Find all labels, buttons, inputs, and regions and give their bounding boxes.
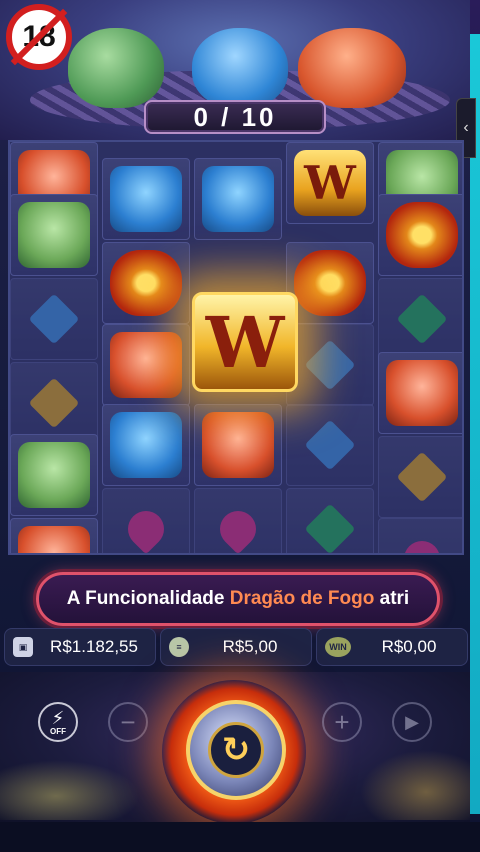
green-gem-icon bbox=[304, 503, 356, 553]
decrease-bet-button[interactable]: − bbox=[108, 702, 148, 742]
gold-gem-icon bbox=[28, 377, 80, 429]
age-rating-text: 18 bbox=[22, 20, 56, 53]
banner-text-highlight: Dragão de Fogo bbox=[229, 588, 375, 609]
spin-button[interactable]: ↻ bbox=[186, 700, 286, 800]
pink-heart-icon bbox=[120, 503, 172, 553]
reel-cell bbox=[378, 194, 462, 276]
reel-cell bbox=[194, 488, 282, 553]
reel-cell bbox=[102, 404, 190, 486]
reel-cell bbox=[102, 158, 190, 240]
bet-display[interactable]: ≡ R$5,00 bbox=[160, 628, 312, 666]
coin-pile-right bbox=[360, 750, 470, 820]
blue-dragon-icon bbox=[202, 166, 274, 232]
win-icon: WIN bbox=[325, 637, 351, 657]
blue-gem-icon bbox=[28, 293, 80, 345]
reel-cell bbox=[194, 404, 282, 486]
win-value: R$0,00 bbox=[381, 637, 437, 656]
game-screen: 18 0 / 10 ‹ W W A Funcionalidade Dragão … bbox=[0, 0, 480, 852]
minus-icon: − bbox=[120, 706, 136, 737]
bet-value: R$5,00 bbox=[222, 637, 278, 656]
reel-cell bbox=[286, 488, 374, 553]
reel-cell bbox=[194, 158, 282, 240]
red-dragon-icon bbox=[202, 412, 274, 478]
blue-gem-icon bbox=[304, 339, 356, 391]
reel-cell bbox=[378, 352, 462, 434]
turbo-state-label: OFF bbox=[50, 726, 66, 736]
reel-cell bbox=[286, 324, 374, 406]
win-display: WIN R$0,00 bbox=[316, 628, 468, 666]
wallet-icon: ▣ bbox=[13, 637, 33, 657]
reel-cell bbox=[286, 242, 374, 324]
dragon-eye-icon bbox=[294, 250, 366, 316]
coin-stack-icon: ≡ bbox=[169, 637, 189, 657]
reel-cell bbox=[378, 278, 462, 360]
wild-icon: W bbox=[294, 150, 366, 216]
green-gem-icon bbox=[396, 293, 448, 345]
play-icon: ▶ bbox=[405, 711, 419, 732]
reel-cell bbox=[10, 194, 98, 276]
age-restriction-badge: 18 bbox=[6, 4, 72, 70]
reel-cell: W bbox=[286, 142, 374, 224]
coin-pile-left bbox=[0, 760, 140, 820]
dragon-eye-icon bbox=[110, 250, 182, 316]
spin-arrows-icon: ↻ bbox=[208, 722, 264, 778]
gold-gem-icon bbox=[396, 451, 448, 503]
blue-dragon-egg-icon bbox=[192, 28, 288, 108]
green-frog-icon bbox=[18, 442, 90, 508]
reel-cell bbox=[10, 278, 98, 360]
dragon-eye-icon bbox=[386, 202, 458, 268]
reel-cell bbox=[102, 324, 190, 406]
blue-dragon-icon bbox=[110, 412, 182, 478]
turbo-toggle-button[interactable]: ⚡ OFF bbox=[38, 702, 78, 742]
autoplay-button[interactable]: ▶ bbox=[392, 702, 432, 742]
green-frog-icon bbox=[18, 202, 90, 268]
reel-cell bbox=[10, 434, 98, 516]
green-dragon-egg-icon bbox=[68, 28, 164, 108]
progress-counter: 0 / 10 bbox=[144, 100, 326, 134]
banner-text-suffix: atri bbox=[374, 588, 410, 609]
red-dragon-icon bbox=[110, 332, 182, 398]
reel-cell bbox=[378, 518, 462, 553]
expanding-wild-icon: W bbox=[192, 292, 298, 392]
balance-display[interactable]: ▣ R$1.182,55 bbox=[4, 628, 156, 666]
blue-dragon-icon bbox=[110, 166, 182, 232]
reel-cell bbox=[102, 488, 190, 553]
red-dragon-icon bbox=[18, 526, 90, 553]
pink-heart-icon bbox=[396, 533, 448, 553]
stats-bar: ▣ R$1.182,55 ≡ R$5,00 WIN R$0,00 bbox=[4, 628, 468, 670]
blue-gem-icon bbox=[304, 419, 356, 471]
chevron-left-icon: ‹ bbox=[463, 119, 469, 136]
balance-value: R$1.182,55 bbox=[50, 637, 138, 656]
reel-cell bbox=[10, 518, 98, 553]
plus-icon: + bbox=[334, 706, 350, 737]
reel-cell bbox=[102, 242, 190, 324]
pink-heart-icon bbox=[212, 503, 264, 553]
reel-cell bbox=[10, 362, 98, 444]
bottom-bar bbox=[0, 822, 480, 852]
red-dragon-icon bbox=[386, 360, 458, 426]
reel-grid: W W bbox=[8, 140, 464, 555]
reel-cell bbox=[286, 404, 374, 486]
reel-cell bbox=[378, 436, 462, 518]
red-dragon-egg-icon bbox=[298, 28, 406, 108]
banner-text-prefix: A Funcionalidade bbox=[66, 588, 230, 609]
feature-banner: A Funcionalidade Dragão de Fogo atri bbox=[36, 572, 440, 626]
increase-bet-button[interactable]: + bbox=[322, 702, 362, 742]
lightning-icon: ⚡ bbox=[51, 707, 65, 728]
